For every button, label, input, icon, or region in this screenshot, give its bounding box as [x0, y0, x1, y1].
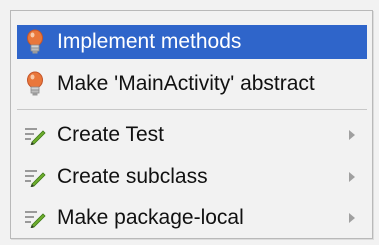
- menu-separator: [17, 109, 367, 110]
- intention-pencil-icon: [23, 163, 47, 191]
- bulb-icon: [23, 70, 47, 98]
- menu-item-implement-methods[interactable]: Implement methods: [17, 25, 367, 59]
- submenu-arrow-icon: [345, 129, 359, 141]
- intention-pencil-icon: [23, 121, 47, 149]
- menu-item-label: Create subclass: [57, 165, 208, 188]
- submenu-arrow-icon: [345, 171, 359, 183]
- submenu-arrow-icon: [345, 212, 359, 224]
- intention-pencil-icon: [23, 204, 47, 232]
- menu-item-make-package-local[interactable]: Make package-local: [17, 201, 367, 235]
- menu-item-create-test[interactable]: Create Test: [17, 118, 367, 152]
- menu-item-label: Create Test: [57, 123, 164, 146]
- menu-item-create-subclass[interactable]: Create subclass: [17, 160, 367, 194]
- menu-item-label: Make package-local: [57, 206, 244, 229]
- bulb-icon: [23, 28, 47, 56]
- screenshot-frame: Implement methods Make 'MainActivity' ab…: [0, 0, 379, 245]
- menu-item-make-abstract[interactable]: Make 'MainActivity' abstract: [17, 67, 367, 101]
- menu-item-label: Make 'MainActivity' abstract: [57, 72, 315, 95]
- quick-fix-popup-menu: Implement methods Make 'MainActivity' ab…: [10, 10, 373, 239]
- menu-item-label: Implement methods: [57, 30, 242, 53]
